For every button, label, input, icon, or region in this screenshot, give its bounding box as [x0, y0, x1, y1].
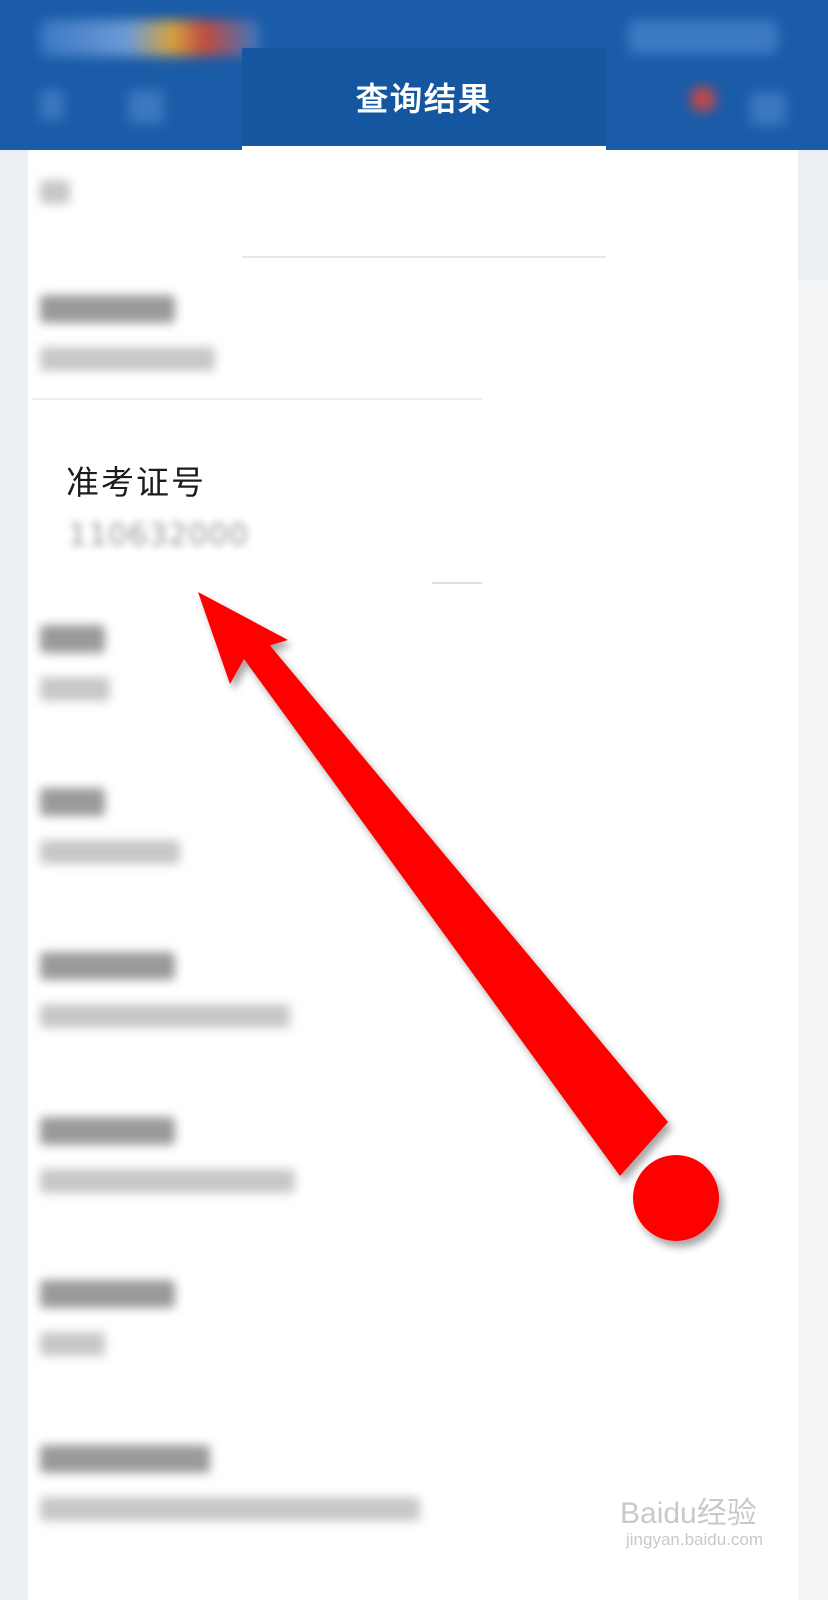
divider: [432, 582, 482, 584]
field-label: 准考证号: [66, 463, 206, 502]
list-item: [40, 952, 480, 1028]
user-icon[interactable]: [750, 92, 786, 126]
list-item: [40, 1280, 480, 1356]
page-gutter-left: [0, 150, 28, 1600]
list-item: [40, 295, 480, 371]
watermark-brand: Baidu经验: [620, 1497, 757, 1530]
watermark: Baidu经验 jingyan.baidu.com: [620, 1488, 810, 1578]
modal-body: [242, 146, 606, 258]
app-logo: [40, 20, 260, 56]
watermark-url: jingyan.baidu.com: [626, 1530, 764, 1549]
list-item: [40, 1117, 480, 1193]
list-item: [40, 1445, 480, 1521]
list-item: [40, 625, 480, 701]
modal-title: 查询结果: [242, 48, 606, 146]
list-item: [40, 788, 480, 864]
page-gutter-right: [798, 150, 828, 280]
notification-icon[interactable]: [690, 86, 716, 112]
admission-ticket-field: 准考证号 110632000: [32, 398, 482, 600]
header-action-button[interactable]: [628, 20, 778, 54]
home-icon[interactable]: [128, 90, 164, 124]
field-value: 110632000: [68, 518, 249, 553]
back-icon[interactable]: [40, 90, 64, 120]
